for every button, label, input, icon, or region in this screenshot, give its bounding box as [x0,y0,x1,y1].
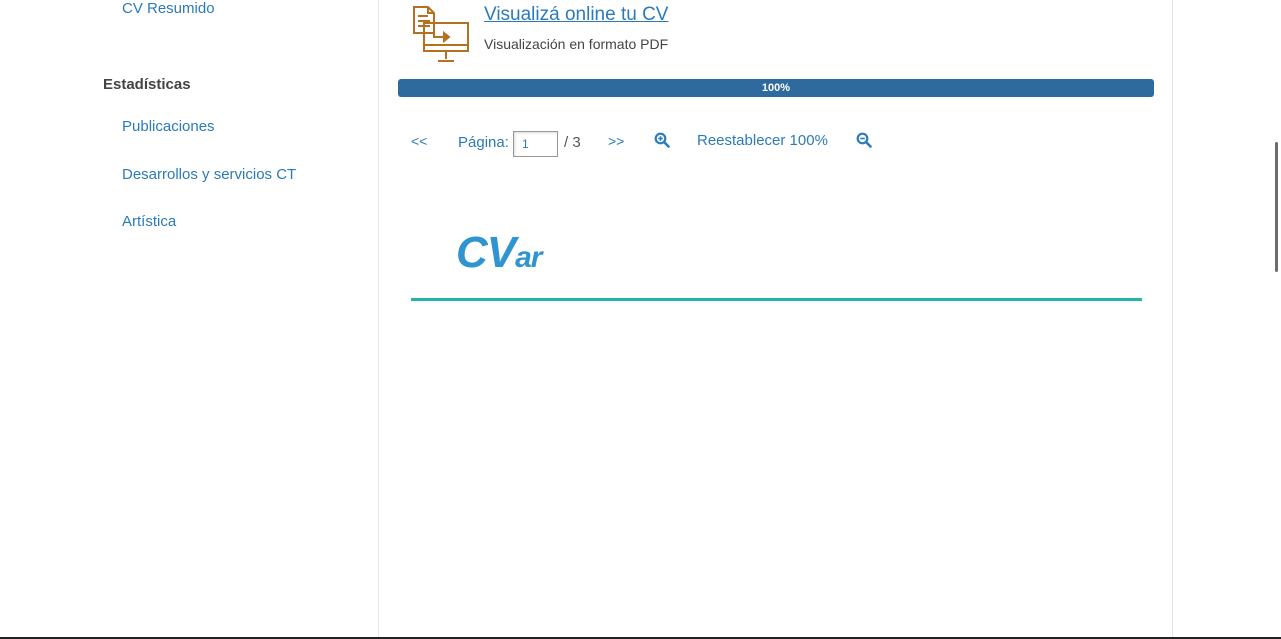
page-number-input[interactable] [513,131,558,157]
sidebar-item-artistica[interactable]: Artística [122,213,176,230]
sidebar: CV Resumido Estadísticas Publicaciones D… [0,0,379,639]
sidebar-item-cv-resumido[interactable]: CV Resumido [122,0,215,17]
zoom-in-icon[interactable] [654,132,670,153]
cv-format-subtitle: Visualización en formato PDF [484,36,669,52]
progress-bar: 100% [398,79,1154,97]
cvar-logo-suffix: ar [515,241,542,274]
cv-online-link[interactable]: Visualizá online tu CV [484,4,668,26]
zoom-out-icon[interactable] [856,132,872,153]
document-header-divider [411,298,1142,301]
scrollbar-thumb[interactable] [1275,142,1278,272]
page-label: Página: [458,134,509,151]
sidebar-item-desarrollos[interactable]: Desarrollos y servicios CT [122,166,296,183]
pdf-viewer-panel: Visualizá online tu CV Visualización en … [380,0,1173,639]
progress-label: 100% [398,79,1154,97]
cvar-logo: CVar [456,228,542,278]
next-page-button[interactable]: >> [608,133,624,149]
pdf-monitor-icon [410,5,472,70]
sidebar-heading-estadisticas: Estadísticas [103,76,191,93]
total-pages: / 3 [564,134,581,151]
cvar-logo-main: CV [456,228,516,277]
prev-page-button[interactable]: << [411,133,427,149]
sidebar-item-publicaciones[interactable]: Publicaciones [122,118,215,135]
reset-zoom-button[interactable]: Reestablecer 100% [697,132,828,149]
